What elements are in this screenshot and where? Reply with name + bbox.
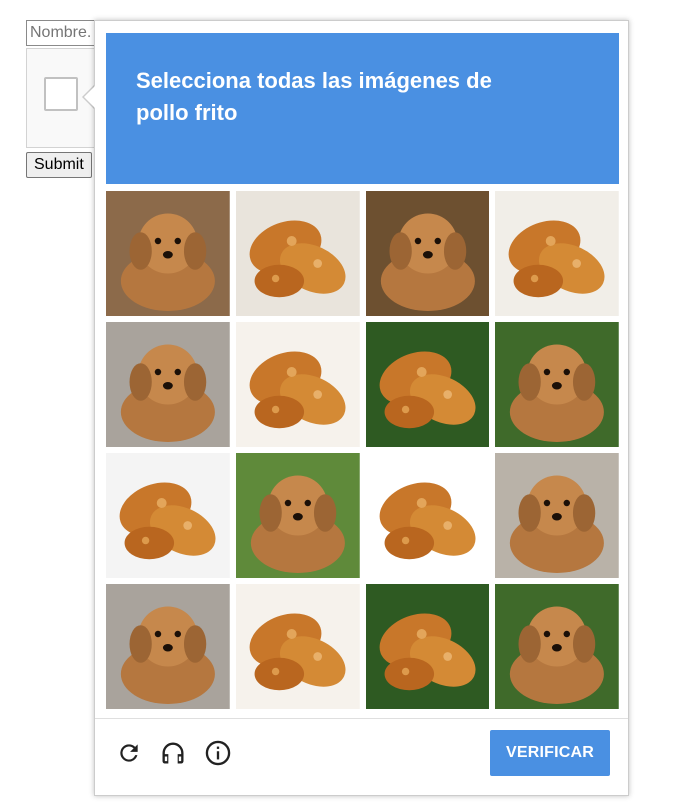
fried-chicken-image bbox=[235, 584, 360, 709]
dog-image bbox=[106, 584, 230, 709]
headphones-icon[interactable] bbox=[158, 738, 188, 768]
fried-chicken-image bbox=[495, 191, 619, 316]
grid-tile-16[interactable] bbox=[495, 584, 619, 709]
grid-tile-2[interactable] bbox=[235, 191, 360, 316]
fried-chicken-image bbox=[235, 322, 360, 447]
grid-tile-9[interactable] bbox=[106, 453, 230, 578]
fried-chicken-image bbox=[235, 191, 360, 316]
grid-tile-13[interactable] bbox=[106, 584, 230, 709]
challenge-instruction: Selecciona todas las imágenes de pollo f… bbox=[136, 68, 492, 125]
submit-button[interactable]: Submit bbox=[26, 152, 92, 178]
popup-arrow-inner bbox=[84, 86, 95, 108]
fried-chicken-image bbox=[106, 453, 230, 578]
grid-tile-6[interactable] bbox=[235, 322, 360, 447]
grid-tile-3[interactable] bbox=[365, 191, 490, 316]
grid-tile-4[interactable] bbox=[495, 191, 619, 316]
reload-icon[interactable] bbox=[114, 738, 144, 768]
dog-image bbox=[495, 322, 619, 447]
dog-image bbox=[106, 191, 230, 316]
captcha-challenge-popup: Selecciona todas las imágenes de pollo f… bbox=[94, 20, 629, 796]
grid-tile-11[interactable] bbox=[365, 453, 490, 578]
grid-tile-7[interactable] bbox=[365, 322, 490, 447]
dog-image bbox=[106, 322, 230, 447]
grid-tile-1[interactable] bbox=[106, 191, 230, 316]
fried-chicken-image bbox=[365, 584, 490, 709]
challenge-footer: VERIFICAR bbox=[95, 718, 628, 795]
grid-tile-5[interactable] bbox=[106, 322, 230, 447]
fried-chicken-image bbox=[365, 453, 490, 578]
dog-image bbox=[365, 191, 490, 316]
dog-image bbox=[495, 584, 619, 709]
verify-button[interactable]: VERIFICAR bbox=[490, 730, 610, 776]
grid-tile-10[interactable] bbox=[235, 453, 360, 578]
dog-image bbox=[235, 453, 360, 578]
grid-tile-12[interactable] bbox=[495, 453, 619, 578]
info-icon[interactable] bbox=[203, 738, 233, 768]
image-grid bbox=[106, 191, 619, 709]
grid-tile-8[interactable] bbox=[495, 322, 619, 447]
grid-tile-15[interactable] bbox=[365, 584, 490, 709]
fried-chicken-image bbox=[365, 322, 490, 447]
grid-tile-14[interactable] bbox=[235, 584, 360, 709]
challenge-header: Selecciona todas las imágenes de pollo f… bbox=[106, 33, 619, 184]
dog-image bbox=[495, 453, 619, 578]
recaptcha-checkbox[interactable] bbox=[44, 77, 78, 111]
